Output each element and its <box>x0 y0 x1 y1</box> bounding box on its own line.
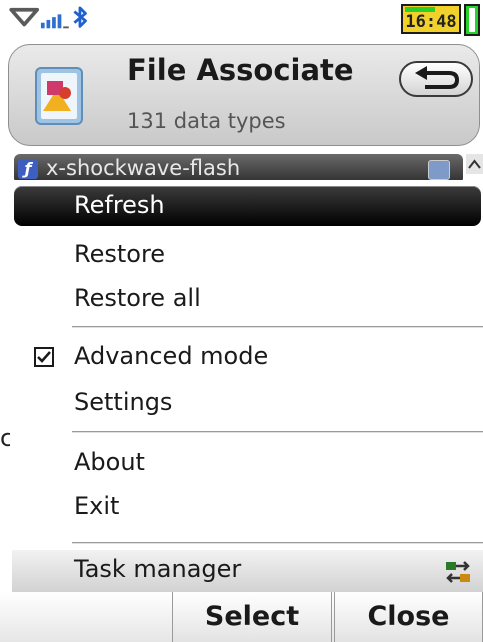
menu-item-label: Restore <box>74 240 166 268</box>
menu-item-label: Refresh <box>74 191 165 219</box>
checkmark-icon <box>37 351 51 363</box>
menu-item-task-manager[interactable]: Task manager <box>12 550 483 592</box>
flash-icon: ƒ <box>18 159 38 179</box>
signal-wedge-icon <box>9 7 40 27</box>
softkey-bar: Select Close <box>0 592 483 642</box>
clock: 16:48 <box>401 4 461 36</box>
menu-item-settings[interactable]: Settings <box>12 380 483 426</box>
checkbox[interactable] <box>34 347 54 367</box>
chevron-down-icon <box>428 160 450 180</box>
menu-item-label: Advanced mode <box>74 342 269 370</box>
menu-item-restore[interactable]: Restore <box>12 232 483 278</box>
partial-text: c <box>0 424 10 452</box>
menu-item-label: Exit <box>74 492 120 520</box>
list-item-label: x-shockwave-flash <box>46 156 241 180</box>
menu-item-about[interactable]: About <box>12 440 483 486</box>
signal-bars-icon <box>40 14 69 29</box>
menu-item-advanced-mode[interactable]: Advanced mode <box>12 334 483 380</box>
clock-indicator <box>405 7 435 12</box>
options-menu: Refresh Restore Restore all Advanced mod… <box>12 180 483 592</box>
file-associate-app-icon <box>35 67 83 125</box>
select-button[interactable]: Select <box>172 592 332 642</box>
back-button[interactable] <box>399 61 473 97</box>
scroll-up-icon[interactable] <box>466 154 483 174</box>
app-header: File Associate 131 data types <box>8 44 480 146</box>
menu-item-refresh[interactable]: Refresh <box>14 186 481 226</box>
page-title: File Associate <box>127 53 354 87</box>
menu-divider <box>72 326 483 328</box>
menu-divider <box>72 542 483 544</box>
close-button[interactable]: Close <box>334 592 483 642</box>
back-arrow-icon <box>415 66 460 89</box>
menu-item-exit[interactable]: Exit <box>12 484 483 530</box>
bluetooth-icon <box>73 6 87 28</box>
menu-item-restore-all[interactable]: Restore all <box>12 276 483 322</box>
menu-item-label: Task manager <box>74 555 242 583</box>
menu-item-label: Settings <box>74 388 173 416</box>
page-subtitle: 131 data types <box>127 109 286 133</box>
menu-divider <box>72 431 483 433</box>
battery-icon <box>464 4 480 36</box>
menu-item-label: About <box>74 448 145 476</box>
status-bar: 16:48 <box>0 0 483 40</box>
task-switch-icon <box>446 561 470 583</box>
signal-indicators <box>9 6 87 29</box>
menu-item-label: Restore all <box>74 284 201 312</box>
